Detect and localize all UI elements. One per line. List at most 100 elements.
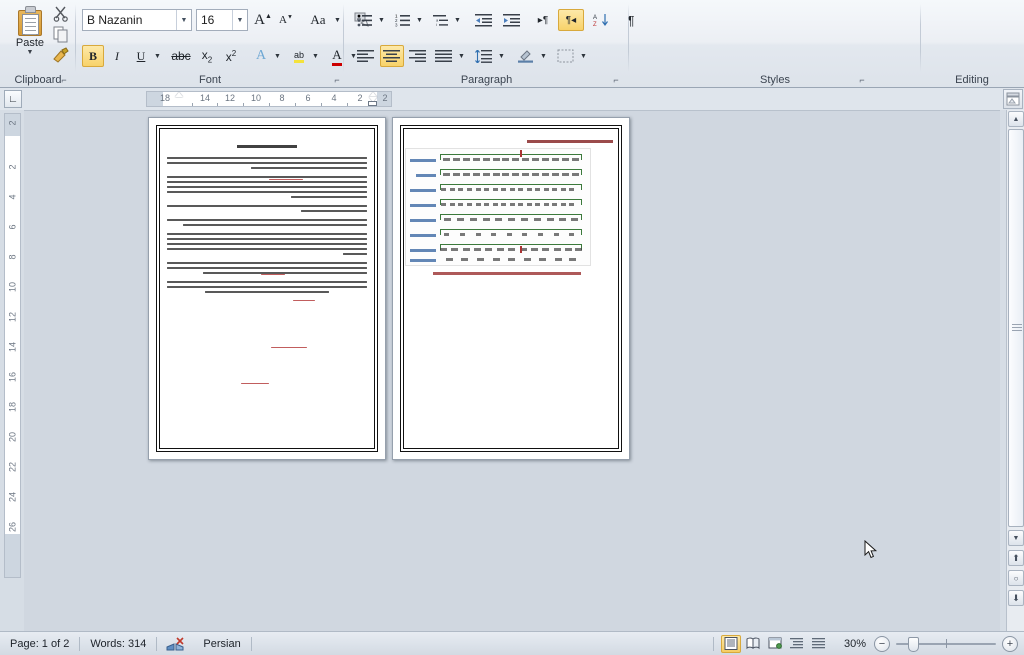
previous-page-button[interactable]: ⬆	[1008, 550, 1024, 566]
ltr-icon: ▸¶	[537, 14, 549, 26]
scroll-up-button[interactable]: ▲	[1008, 111, 1024, 127]
bullets-dropdown-arrow[interactable]: ▼	[376, 9, 387, 31]
italic-button[interactable]: I	[106, 45, 128, 67]
scale-row-delisle	[410, 244, 582, 257]
temperature-scale-chart[interactable]	[405, 148, 591, 266]
group-label-editing: Editing	[955, 74, 989, 86]
view-ruler-icon	[1006, 92, 1020, 106]
line-spacing-dropdown-arrow[interactable]: ▼	[496, 45, 507, 67]
borders-dropdown-arrow[interactable]: ▼	[578, 45, 589, 67]
grow-font-button[interactable]: A▲	[252, 9, 274, 31]
view-draft-button[interactable]	[809, 635, 829, 653]
view-ruler-button[interactable]	[1003, 89, 1023, 109]
language-indicator[interactable]: Persian	[193, 632, 250, 655]
increase-indent-button[interactable]	[500, 9, 524, 31]
view-outline-button[interactable]	[787, 635, 807, 653]
strikethrough-button[interactable]: abc	[168, 45, 194, 67]
shading-dropdown-arrow[interactable]: ▼	[538, 45, 549, 67]
paragraph	[167, 219, 367, 226]
numbering-button[interactable]: 1 2 3	[392, 9, 414, 31]
paste-button[interactable]: Paste ▼	[8, 3, 52, 65]
zoom-slider[interactable]	[896, 635, 996, 653]
horizontal-ruler[interactable]: 18 14 12 10 8 6 4 2 2	[146, 91, 392, 107]
font-dialog-launcher[interactable]: ⌐	[331, 74, 343, 86]
paste-dropdown-arrow[interactable]: ▼	[9, 49, 51, 56]
shading-icon	[518, 50, 533, 63]
format-painter-button[interactable]	[50, 45, 72, 65]
line-spacing-button[interactable]	[472, 45, 496, 67]
sort-button[interactable]: A Z	[590, 9, 614, 31]
draft-view-icon	[811, 638, 825, 649]
ltr-text-direction-button[interactable]: ▸¶	[530, 9, 556, 31]
change-case-dropdown-arrow[interactable]: ▼	[332, 9, 343, 31]
tab-stop-selector[interactable]: ∟	[4, 90, 22, 108]
underline-dropdown-arrow[interactable]: ▼	[152, 45, 163, 67]
styles-dialog-launcher[interactable]: ⌐	[856, 74, 868, 86]
page-indicator[interactable]: Page: 1 of 2	[0, 632, 79, 655]
scale-values	[440, 173, 582, 177]
vruler-tick-6: 12	[7, 312, 18, 323]
shrink-font-button[interactable]: A▼	[275, 9, 297, 31]
proofing-status-button[interactable]	[157, 632, 193, 655]
subscript-label: x2	[201, 47, 213, 65]
cut-button[interactable]	[50, 3, 72, 23]
justify-dropdown-arrow[interactable]: ▼	[456, 45, 467, 67]
decrease-indent-button[interactable]	[472, 9, 496, 31]
paragraph-dialog-launcher[interactable]: ⌐	[610, 74, 622, 86]
view-web-layout-button[interactable]	[765, 635, 785, 653]
borders-button[interactable]	[554, 45, 578, 67]
rtl-icon: ¶◂	[565, 14, 577, 26]
superscript-button[interactable]: x2	[220, 45, 242, 67]
ribbon-group-clipboard: Paste ▼ Clipboard ⌐	[0, 0, 76, 88]
text-highlight-button[interactable]: ab	[288, 45, 310, 67]
font-size-combo[interactable]: 16 ▼	[196, 9, 248, 31]
scroll-down-button[interactable]: ▼	[1008, 530, 1024, 546]
text-effects-button[interactable]: A	[250, 45, 272, 67]
next-page-button[interactable]: ⬇	[1008, 590, 1024, 606]
highlight-dropdown-arrow[interactable]: ▼	[310, 45, 321, 67]
bold-button[interactable]: B	[82, 45, 104, 67]
underline-button[interactable]: U	[130, 45, 152, 67]
text-effects-dropdown-arrow[interactable]: ▼	[272, 45, 283, 67]
change-case-button[interactable]: Aa	[304, 9, 332, 31]
rtl-text-direction-button[interactable]: ¶◂	[558, 9, 584, 31]
zoom-in-button[interactable]: +	[1002, 635, 1018, 652]
vruler-tick-2: 4	[7, 194, 18, 200]
multilevel-dropdown-arrow[interactable]: ▼	[452, 9, 463, 31]
scale-values	[440, 218, 582, 222]
select-browse-object-button[interactable]: ○	[1008, 570, 1024, 586]
copy-button[interactable]	[50, 24, 72, 44]
paragraph	[167, 233, 367, 255]
view-full-screen-reading-button[interactable]	[743, 635, 763, 653]
view-print-layout-button[interactable]	[720, 634, 741, 653]
multilevel-list-button[interactable]: a i	[430, 9, 452, 31]
justify-button[interactable]	[432, 45, 456, 67]
font-name-combo[interactable]: B Nazanin ▼	[82, 9, 192, 31]
document-canvas[interactable]	[24, 110, 1000, 631]
clipboard-icon	[16, 6, 44, 36]
shading-button[interactable]	[514, 45, 538, 67]
scale-values	[440, 158, 582, 162]
zoom-slider-knob[interactable]	[908, 636, 919, 652]
font-size-value: 16	[201, 13, 215, 27]
align-left-button[interactable]	[354, 45, 378, 67]
zoom-level[interactable]: 30%	[836, 632, 874, 655]
word-count[interactable]: Words: 314	[80, 632, 156, 655]
zoom-out-button[interactable]: −	[874, 635, 890, 652]
font-size-dropdown-arrow[interactable]: ▼	[232, 10, 247, 30]
vertical-scrollbar[interactable]: ▲ ▼ ⬆ ○ ⬇	[1006, 110, 1024, 631]
scrollbar-thumb[interactable]	[1008, 129, 1024, 527]
align-center-button[interactable]	[380, 45, 404, 67]
first-line-indent-marker[interactable]	[175, 92, 183, 97]
subscript-button[interactable]: x2	[196, 45, 218, 67]
vertical-ruler[interactable]: 2 2 4 6 8 10 12 14 16 18 20 22 24 26	[4, 113, 21, 578]
indent-square-marker[interactable]	[368, 101, 377, 106]
document-page-2[interactable]	[392, 117, 630, 460]
bullets-button[interactable]	[354, 9, 376, 31]
clipboard-dialog-launcher[interactable]: ⌐	[58, 74, 70, 86]
scale-row-kelvin	[416, 169, 582, 182]
align-right-button[interactable]	[406, 45, 430, 67]
font-name-dropdown-arrow[interactable]: ▼	[176, 10, 191, 30]
numbering-dropdown-arrow[interactable]: ▼	[414, 9, 425, 31]
document-page-1[interactable]	[148, 117, 386, 460]
